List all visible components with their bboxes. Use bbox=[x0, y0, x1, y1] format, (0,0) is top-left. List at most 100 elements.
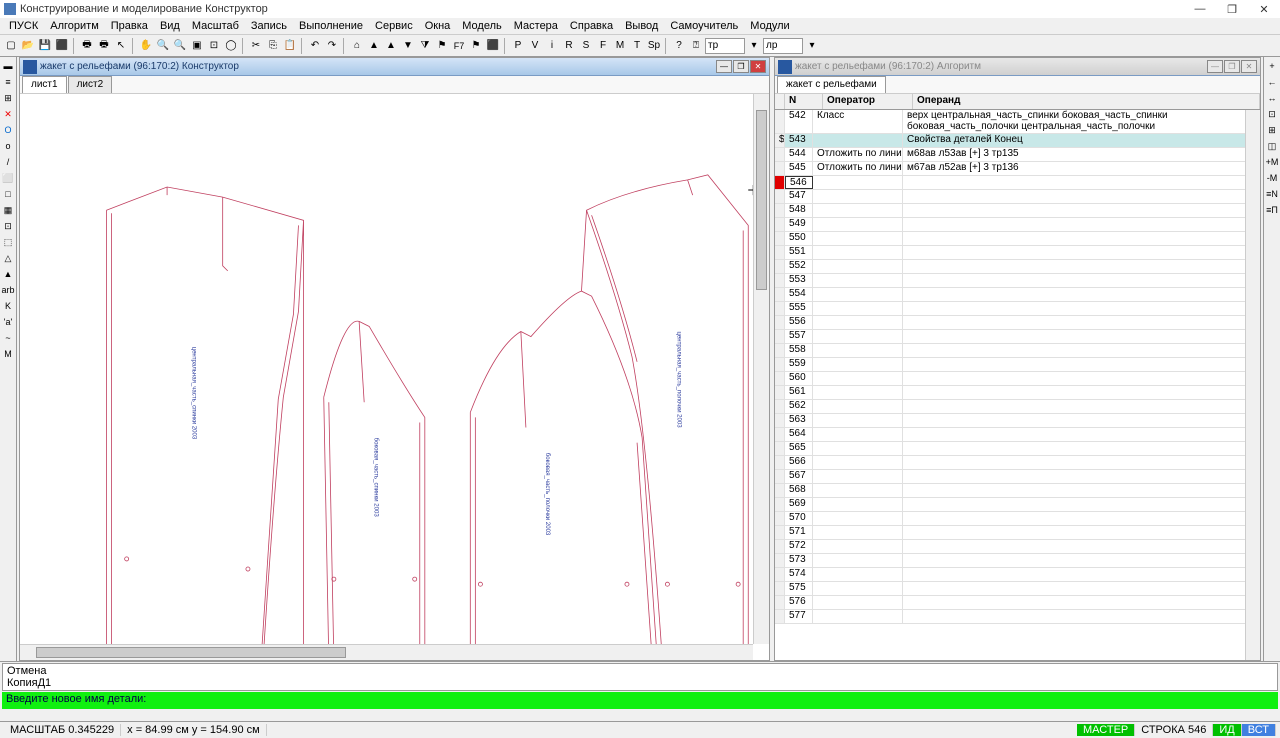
panel-max-button[interactable]: ❐ bbox=[733, 60, 749, 73]
right-tool-4[interactable]: ⊞ bbox=[1265, 123, 1279, 137]
grid-row-556[interactable]: 556 bbox=[775, 316, 1260, 330]
panel-max-button[interactable]: ❐ bbox=[1224, 60, 1240, 73]
grid-row-548[interactable]: 548 bbox=[775, 204, 1260, 218]
grid-row-571[interactable]: 571 bbox=[775, 526, 1260, 540]
tb-S[interactable]: S bbox=[578, 38, 594, 54]
tri-up-icon[interactable]: ▲ bbox=[366, 38, 382, 54]
tri-icon[interactable]: ▲ bbox=[383, 38, 399, 54]
left-tool-3[interactable]: ✕ bbox=[1, 107, 15, 121]
left-tool-4[interactable]: O bbox=[1, 123, 15, 137]
left-tool-6[interactable]: / bbox=[1, 155, 15, 169]
dropdown1-icon[interactable]: ▾ bbox=[746, 38, 762, 54]
zoom-region-icon[interactable]: ◯ bbox=[223, 38, 239, 54]
menu-Алгоритм[interactable]: Алгоритм bbox=[45, 19, 104, 33]
left-tool-16[interactable]: 'a' bbox=[1, 315, 15, 329]
left-tool-1[interactable]: ≡ bbox=[1, 75, 15, 89]
right-tool-7[interactable]: -M bbox=[1265, 171, 1279, 185]
menu-Правка[interactable]: Правка bbox=[106, 19, 153, 33]
tab-list2[interactable]: лист2 bbox=[68, 76, 113, 93]
menu-Справка[interactable]: Справка bbox=[565, 19, 618, 33]
right-tool-0[interactable]: + bbox=[1265, 59, 1279, 73]
tri-down-icon[interactable]: ▼ bbox=[400, 38, 416, 54]
lr-input[interactable] bbox=[763, 38, 803, 54]
left-tool-8[interactable]: □ bbox=[1, 187, 15, 201]
cut-icon[interactable]: ✂ bbox=[248, 38, 264, 54]
print-icon[interactable]: 🖶 bbox=[79, 38, 95, 54]
save-icon[interactable]: 💾 bbox=[37, 38, 53, 54]
grid-row-558[interactable]: 558 bbox=[775, 344, 1260, 358]
right-tool-8[interactable]: ≡N bbox=[1265, 187, 1279, 201]
menu-Мастера[interactable]: Мастера bbox=[509, 19, 563, 33]
right-tool-2[interactable]: ↔ bbox=[1265, 91, 1279, 105]
grid-row-544[interactable]: 544Отложить по линиим68ав л53ав [+] 3 тр… bbox=[775, 148, 1260, 162]
algorithm-grid[interactable]: N Оператор Операнд 542Классверх централь… bbox=[775, 94, 1260, 660]
dropdown2-icon[interactable]: ▾ bbox=[804, 38, 820, 54]
maximize-button[interactable]: ❐ bbox=[1220, 2, 1244, 16]
grid-row-551[interactable]: 551 bbox=[775, 246, 1260, 260]
canvas-scroll-v[interactable] bbox=[753, 94, 769, 644]
redo-icon[interactable]: ↷ bbox=[324, 38, 340, 54]
grid-row-563[interactable]: 563 bbox=[775, 414, 1260, 428]
grid-row-562[interactable]: 562 bbox=[775, 400, 1260, 414]
grid-row-573[interactable]: 573 bbox=[775, 554, 1260, 568]
grid-row-565[interactable]: 565 bbox=[775, 442, 1260, 456]
grid-row-574[interactable]: 574 bbox=[775, 568, 1260, 582]
grid-row-576[interactable]: 576 bbox=[775, 596, 1260, 610]
panel-min-button[interactable]: — bbox=[1207, 60, 1223, 73]
grid-row-575[interactable]: 575 bbox=[775, 582, 1260, 596]
grid-row-564[interactable]: 564 bbox=[775, 428, 1260, 442]
grid-row-547[interactable]: 547 bbox=[775, 190, 1260, 204]
tb-P[interactable]: P bbox=[510, 38, 526, 54]
left-tool-9[interactable]: ▦ bbox=[1, 203, 15, 217]
menu-Сервис[interactable]: Сервис bbox=[370, 19, 418, 33]
tb-M[interactable]: M bbox=[612, 38, 628, 54]
context-help-icon[interactable]: ⍰ bbox=[688, 38, 704, 54]
left-tool-14[interactable]: arb bbox=[1, 283, 15, 297]
grid-row-554[interactable]: 554 bbox=[775, 288, 1260, 302]
grid-row-569[interactable]: 569 bbox=[775, 498, 1260, 512]
menu-Самоучитель[interactable]: Самоучитель bbox=[665, 19, 743, 33]
tab-list1[interactable]: лист1 bbox=[22, 76, 67, 93]
close-button[interactable]: ✕ bbox=[1252, 2, 1276, 16]
right-tool-9[interactable]: ≡П bbox=[1265, 203, 1279, 217]
grid-row-572[interactable]: 572 bbox=[775, 540, 1260, 554]
menu-Вывод[interactable]: Вывод bbox=[620, 19, 663, 33]
grid-row-553[interactable]: 553 bbox=[775, 274, 1260, 288]
grid-row-567[interactable]: 567 bbox=[775, 470, 1260, 484]
menu-Модули[interactable]: Модули bbox=[745, 19, 794, 33]
zoom-out-icon[interactable]: 🔍 bbox=[172, 38, 188, 54]
algorithm-panel-title[interactable]: жакет с рельефами (96:170:2) Алгоритм — … bbox=[775, 58, 1260, 76]
undo-icon[interactable]: ↶ bbox=[307, 38, 323, 54]
grid-row-542[interactable]: 542Классверх центральная_часть_спинки бо… bbox=[775, 110, 1260, 134]
new-icon[interactable]: ▢ bbox=[3, 38, 19, 54]
menu-Выполнение[interactable]: Выполнение bbox=[294, 19, 368, 33]
grid-row-568[interactable]: 568 bbox=[775, 484, 1260, 498]
left-tool-15[interactable]: K bbox=[1, 299, 15, 313]
tb-Sp[interactable]: Sp bbox=[646, 38, 662, 54]
menu-Запись[interactable]: Запись bbox=[246, 19, 292, 33]
left-tool-17[interactable]: ~ bbox=[1, 331, 15, 345]
right-tool-6[interactable]: +M bbox=[1265, 155, 1279, 169]
grid-row-561[interactable]: 561 bbox=[775, 386, 1260, 400]
cursor-icon[interactable]: ↖ bbox=[113, 38, 129, 54]
home-icon[interactable]: ⌂ bbox=[349, 38, 365, 54]
tri-down2-icon[interactable]: ⧩ bbox=[417, 38, 433, 54]
grid-row-570[interactable]: 570 bbox=[775, 512, 1260, 526]
col-operator[interactable]: Оператор bbox=[823, 94, 913, 109]
left-tool-18[interactable]: M bbox=[1, 347, 15, 361]
save-all-icon[interactable]: ⬛ bbox=[54, 38, 70, 54]
zoom-icon[interactable]: 🔍 bbox=[155, 38, 171, 54]
print-preview-icon[interactable]: 🖶 bbox=[96, 38, 112, 54]
left-tool-2[interactable]: ⊞ bbox=[1, 91, 15, 105]
prompt-input[interactable]: Введите новое имя детали: bbox=[2, 692, 1278, 709]
right-tool-5[interactable]: ◫ bbox=[1265, 139, 1279, 153]
tb-i[interactable]: i bbox=[544, 38, 560, 54]
flag-icon[interactable]: ⚑ bbox=[434, 38, 450, 54]
left-tool-5[interactable]: o bbox=[1, 139, 15, 153]
grid-row-557[interactable]: 557 bbox=[775, 330, 1260, 344]
grid-row-546[interactable]: 546 bbox=[775, 176, 1260, 190]
grid-scroll-v[interactable] bbox=[1245, 110, 1260, 660]
panel-close-button[interactable]: ✕ bbox=[1241, 60, 1257, 73]
constructor-panel-title[interactable]: жакет с рельефами (96:170:2) Конструктор… bbox=[20, 58, 769, 76]
menu-Вид[interactable]: Вид bbox=[155, 19, 185, 33]
